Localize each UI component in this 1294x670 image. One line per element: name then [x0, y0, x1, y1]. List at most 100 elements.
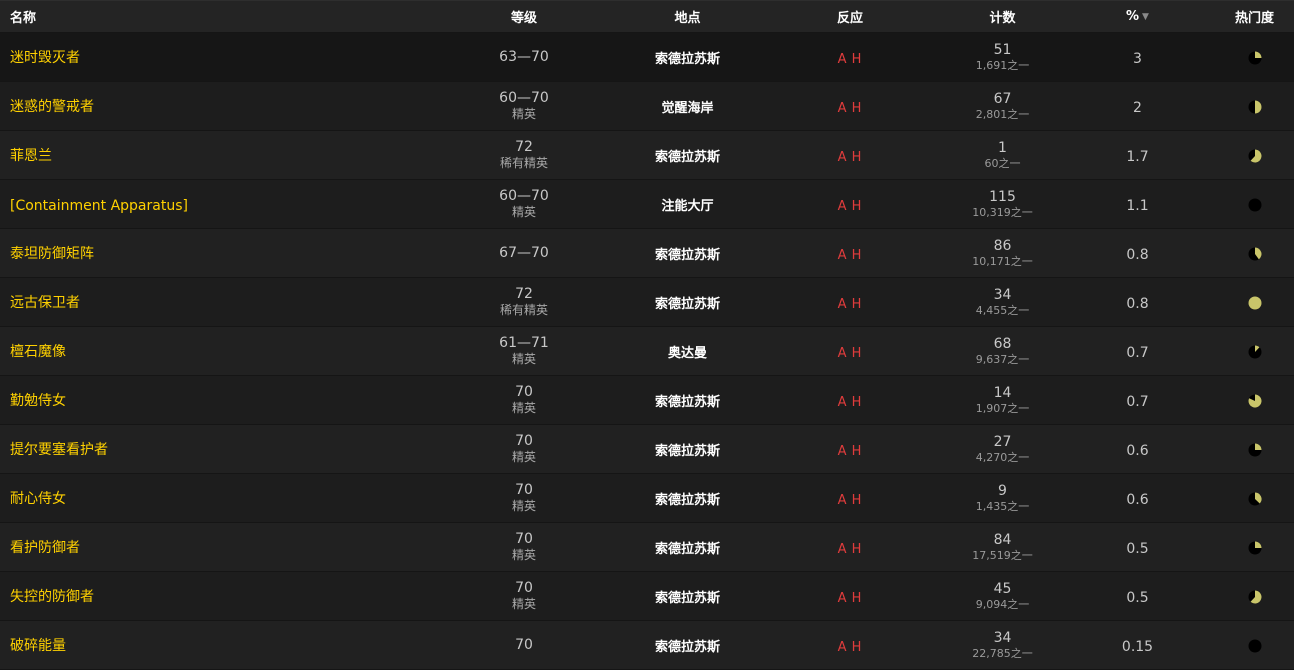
npc-name-link[interactable]: 檀石魔像 [10, 344, 66, 360]
cell-popularity [1215, 146, 1294, 165]
cell-popularity [1215, 538, 1294, 557]
column-header-count[interactable]: 计数 [945, 7, 1060, 26]
cell-name: 菲恩兰 [0, 145, 428, 165]
location-link[interactable]: 索德拉苏斯 [655, 591, 720, 606]
level-range: 70 [515, 531, 533, 547]
cell-count: 34 4,455之一 [945, 287, 1060, 318]
drop-percent: 0.8 [1126, 295, 1149, 312]
alliance-reaction: A [837, 247, 848, 263]
cell-count: 27 4,270之一 [945, 434, 1060, 465]
popularity-pie-icon [1248, 100, 1261, 114]
location-link[interactable]: 奥达曼 [668, 346, 707, 361]
cell-name: 勤勉侍女 [0, 390, 428, 410]
location-link[interactable]: 索德拉苏斯 [655, 52, 720, 67]
location-link[interactable]: 索德拉苏斯 [655, 395, 720, 410]
alliance-reaction: A [837, 100, 848, 116]
cell-name: 破碎能量 [0, 635, 428, 655]
column-header-percent[interactable]: % ▼ [1060, 9, 1215, 24]
location-link[interactable]: 索德拉苏斯 [655, 297, 720, 312]
npc-name-link[interactable]: [Containment Apparatus] [10, 198, 188, 214]
drop-count-total: 9,637之一 [975, 352, 1030, 366]
level-range: 70 [515, 482, 533, 498]
results-table: 名称 等级 地点 反应 计数 % ▼ 热门度 迷时毁灭者 63—70 索德拉苏斯 … [0, 0, 1294, 670]
cell-react: AH [755, 244, 945, 263]
npc-name-link[interactable]: 提尔要塞看护者 [10, 442, 108, 458]
cell-level: 60—70 精英 [428, 90, 620, 122]
cell-percent: 2 [1060, 97, 1215, 116]
cell-popularity [1215, 391, 1294, 410]
location-link[interactable]: 注能大厅 [661, 199, 713, 214]
cell-level: 72 稀有精英 [428, 286, 620, 318]
cell-percent: 1.1 [1060, 195, 1215, 214]
horde-reaction: H [851, 149, 863, 165]
classification: 精英 [511, 499, 536, 513]
npc-name-link[interactable]: 破碎能量 [10, 638, 66, 654]
popularity-pie-icon [1248, 296, 1261, 310]
table-row: 耐心侍女 70 精英 索德拉苏斯 AH 9 1,435之一 0.6 [0, 474, 1294, 523]
classification: 精英 [511, 107, 536, 121]
alliance-reaction: A [837, 198, 848, 214]
horde-reaction: H [851, 247, 863, 263]
table-row: [Containment Apparatus] 60—70 精英 注能大厅 AH … [0, 180, 1294, 229]
popularity-pie-icon [1248, 149, 1261, 163]
horde-reaction: H [851, 394, 863, 410]
location-link[interactable]: 索德拉苏斯 [655, 493, 720, 508]
location-link[interactable]: 索德拉苏斯 [655, 248, 720, 263]
npc-name-link[interactable]: 泰坦防御矩阵 [10, 246, 94, 262]
popularity-pie-icon [1248, 247, 1262, 261]
column-header-popularity[interactable]: 热门度 [1215, 7, 1294, 26]
cell-name: 迷惑的警戒者 [0, 96, 428, 116]
cell-level: 72 稀有精英 [428, 139, 620, 171]
cell-level: 63—70 [428, 49, 620, 66]
column-header-level[interactable]: 等级 [428, 7, 620, 26]
npc-name-link[interactable]: 远古保卫者 [10, 295, 80, 311]
column-header-location[interactable]: 地点 [620, 7, 755, 26]
npc-name-link[interactable]: 耐心侍女 [10, 491, 66, 507]
alliance-reaction: A [837, 51, 848, 67]
cell-name: [Containment Apparatus] [0, 195, 428, 214]
location-link[interactable]: 索德拉苏斯 [655, 444, 720, 459]
drop-count-total: 1,907之一 [975, 401, 1030, 415]
cell-count: 51 1,691之一 [945, 42, 1060, 73]
table-row: 提尔要塞看护者 70 精英 索德拉苏斯 AH 27 4,270之一 0.6 [0, 425, 1294, 474]
location-link[interactable]: 索德拉苏斯 [655, 640, 720, 655]
cell-level: 60—70 精英 [428, 188, 620, 220]
drop-percent: 0.15 [1121, 638, 1154, 655]
cell-location: 索德拉苏斯 [620, 636, 755, 655]
level-range: 63—70 [499, 48, 549, 65]
column-header-react[interactable]: 反应 [755, 7, 945, 26]
cell-react: AH [755, 636, 945, 655]
cell-count: 9 1,435之一 [945, 483, 1060, 514]
location-link[interactable]: 索德拉苏斯 [655, 542, 720, 557]
cell-percent: 0.7 [1060, 342, 1215, 361]
table-row: 迷时毁灭者 63—70 索德拉苏斯 AH 51 1,691之一 3 [0, 33, 1294, 82]
drop-count-total: 1,691之一 [975, 58, 1030, 72]
npc-name-link[interactable]: 迷惑的警戒者 [10, 99, 94, 115]
classification: 精英 [511, 205, 536, 219]
drop-count-total: 9,094之一 [975, 597, 1030, 611]
table-row: 檀石魔像 61—71 精英 奥达曼 AH 68 9,637之一 0.7 [0, 327, 1294, 376]
cell-level: 70 精英 [428, 433, 620, 465]
npc-name-link[interactable]: 勤勉侍女 [10, 393, 66, 409]
column-header-name[interactable]: 名称 [0, 7, 428, 26]
cell-react: AH [755, 48, 945, 67]
popularity-pie-icon [1248, 443, 1261, 457]
location-link[interactable]: 觉醒海岸 [661, 101, 713, 116]
npc-name-link[interactable]: 菲恩兰 [10, 148, 52, 164]
drop-count-total: 10,319之一 [972, 205, 1033, 219]
alliance-reaction: A [837, 492, 848, 508]
cell-percent: 0.6 [1060, 489, 1215, 508]
npc-name-link[interactable]: 迷时毁灭者 [10, 50, 80, 66]
location-link[interactable]: 索德拉苏斯 [655, 150, 720, 165]
drop-percent: 0.5 [1126, 540, 1149, 557]
cell-level: 70 精英 [428, 384, 620, 416]
drop-count-total: 2,801之一 [975, 107, 1030, 121]
cell-percent: 1.7 [1060, 146, 1215, 165]
classification: 稀有精英 [499, 303, 548, 317]
classification: 精英 [511, 597, 536, 611]
npc-name-link[interactable]: 看护防御者 [10, 540, 80, 556]
npc-name-link[interactable]: 失控的防御者 [10, 589, 94, 605]
drop-percent: 0.5 [1126, 589, 1149, 606]
cell-popularity [1215, 587, 1294, 606]
cell-name: 远古保卫者 [0, 292, 428, 312]
